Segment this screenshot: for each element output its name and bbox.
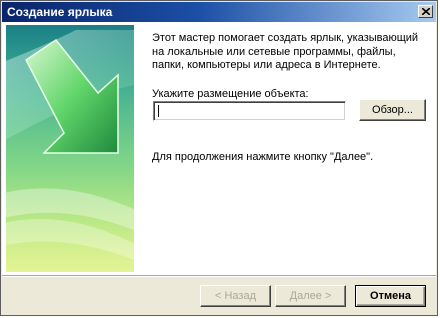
green-arrow-graphic (6, 25, 134, 272)
window-title: Создание ярлыка (7, 5, 113, 19)
continue-instruction: Для продолжения нажмите кнопку "Далее". (152, 151, 374, 163)
cancel-button[interactable]: Отмена (355, 285, 426, 307)
next-button[interactable]: Далее > (275, 285, 346, 307)
wizard-side-panel (6, 25, 134, 272)
browse-button[interactable]: Обзор... (359, 99, 426, 121)
title-bar[interactable]: Создание ярлыка (2, 2, 436, 22)
close-button[interactable] (418, 5, 433, 18)
location-label: Укажите размещение объекта: (152, 88, 309, 100)
intro-text: Этот мастер помогает создать ярлык, указ… (152, 32, 419, 71)
wizard-footer: < Назад Далее > Отмена (2, 277, 436, 315)
wizard-content: Этот мастер помогает создать ярлык, указ… (152, 22, 436, 275)
location-input[interactable] (153, 101, 346, 121)
cancel-label: Отмена (370, 290, 411, 302)
close-icon (422, 8, 430, 15)
shortcut-wizard-window: Создание ярлыка Этот мастер помогает соз… (0, 0, 438, 316)
location-input-wrapper (153, 101, 346, 121)
text-caret (158, 105, 159, 117)
back-button[interactable]: < Назад (200, 285, 271, 307)
wizard-body: Этот мастер помогает создать ярлык, указ… (2, 22, 436, 275)
